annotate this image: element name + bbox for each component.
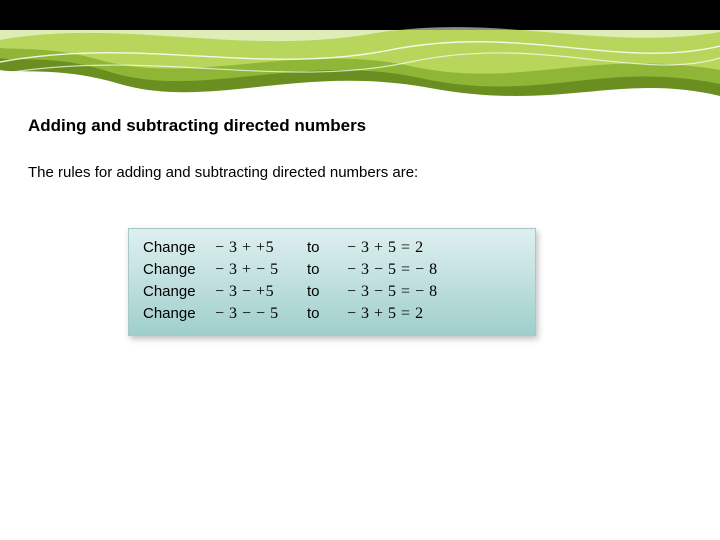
rules-box: Change − 3 + +5 to − 3 + 5 = 2 Change − … [128, 228, 536, 336]
expr-before: − 3 + +5 [215, 239, 307, 257]
table-row: Change − 3 + +5 to − 3 + 5 = 2 [143, 239, 521, 261]
expr-after: − 3 + 5 = 2 [347, 305, 424, 323]
slide: { "title": "Adding and subtracting direc… [0, 0, 720, 540]
expr-after: − 3 − 5 = − 8 [347, 261, 438, 279]
expr-after: − 3 + 5 = 2 [347, 239, 424, 257]
to-label: to [307, 261, 347, 278]
intro-text: The rules for adding and subtracting dir… [28, 164, 418, 181]
change-label: Change [143, 283, 215, 300]
expr-after: − 3 − 5 = − 8 [347, 283, 438, 301]
change-label: Change [143, 305, 215, 322]
expr-before: − 3 − − 5 [215, 305, 307, 323]
expr-before: − 3 + − 5 [215, 261, 307, 279]
table-row: Change − 3 − +5 to − 3 − 5 = − 8 [143, 283, 521, 305]
table-row: Change − 3 + − 5 to − 3 − 5 = − 8 [143, 261, 521, 283]
expr-before: − 3 − +5 [215, 283, 307, 301]
to-label: to [307, 239, 347, 256]
change-label: Change [143, 239, 215, 256]
to-label: to [307, 283, 347, 300]
change-label: Change [143, 261, 215, 278]
to-label: to [307, 305, 347, 322]
table-row: Change − 3 − − 5 to − 3 + 5 = 2 [143, 305, 521, 327]
slide-banner [0, 0, 720, 104]
slide-title: Adding and subtracting directed numbers [28, 116, 366, 136]
